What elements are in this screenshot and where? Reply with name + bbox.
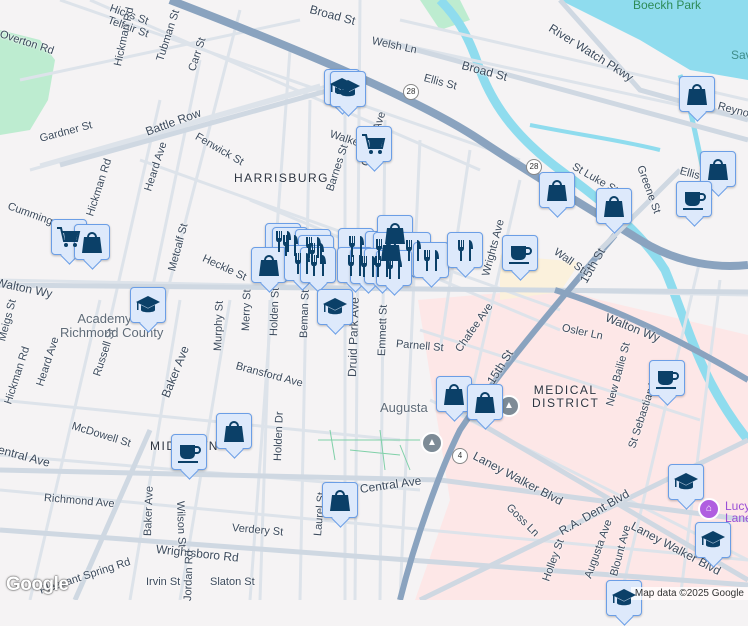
shopping-marker[interactable] — [539, 172, 575, 208]
graduation-cap-icon — [701, 531, 725, 548]
cafe-marker[interactable] — [171, 434, 207, 470]
coffee-cup-icon — [178, 445, 201, 463]
shopping-cart-icon — [362, 134, 386, 154]
school-marker[interactable] — [606, 580, 642, 616]
street-label: Wilson St — [174, 500, 188, 548]
shopping-bag-icon — [687, 84, 707, 105]
street-label: Slaton St — [210, 576, 255, 588]
neighborhood-label: HARRISBURG — [234, 171, 330, 185]
street-label: Murphy St — [212, 300, 226, 352]
shopping-marker[interactable] — [74, 224, 110, 260]
park-label[interactable]: Boeckh Park — [633, 0, 701, 12]
graduation-cap-icon — [612, 589, 636, 606]
canal — [529, 123, 661, 152]
school-marker[interactable] — [668, 464, 704, 500]
shopping-marker[interactable] — [436, 376, 472, 412]
shopping-bag-icon — [547, 180, 567, 201]
cafe-marker[interactable] — [676, 181, 712, 217]
shopping-bag-icon — [259, 255, 279, 276]
neighborhood-label: MEDICAL DISTRICT — [532, 383, 600, 410]
school-marker[interactable] — [695, 522, 731, 558]
fork-knife-icon — [387, 258, 402, 279]
school-marker[interactable] — [130, 287, 166, 323]
route-shield: 4 — [452, 448, 468, 464]
shopping-marker[interactable] — [596, 188, 632, 224]
restaurant-marker[interactable] — [300, 247, 336, 283]
street-label: Irvin St — [146, 576, 181, 588]
route-shield: 28 — [403, 84, 419, 100]
school-icon[interactable]: ▲ — [421, 432, 443, 454]
fork-knife-icon — [458, 240, 473, 261]
grocery-marker[interactable] — [356, 126, 392, 162]
shopping-marker[interactable] — [467, 384, 503, 420]
map-attribution[interactable]: Map data ©2025 Google — [630, 587, 748, 600]
shopping-marker[interactable] — [216, 413, 252, 449]
shopping-bag-icon — [82, 232, 102, 253]
shopping-marker[interactable] — [322, 482, 358, 518]
cafe-marker[interactable] — [649, 360, 685, 396]
cafe-marker[interactable] — [502, 235, 538, 271]
school-marker[interactable] — [317, 289, 353, 325]
street-label: Holden Dr — [272, 411, 286, 462]
coffee-cup-icon — [509, 246, 532, 264]
shopping-bag-icon — [444, 384, 464, 405]
museum-icon[interactable]: ⌂ — [698, 498, 720, 520]
street-label: Emmett St — [376, 304, 390, 357]
graduation-cap-icon — [323, 298, 347, 315]
coffee-cup-icon — [683, 192, 706, 210]
graduation-cap-icon — [336, 80, 360, 97]
restaurant-marker[interactable] — [413, 242, 449, 278]
shopping-bag-icon — [708, 159, 728, 180]
shopping-bag-icon — [330, 490, 350, 511]
shopping-marker[interactable] — [679, 76, 715, 112]
street-label: Baker Ave — [142, 485, 156, 537]
restaurant-marker[interactable] — [376, 250, 412, 286]
google-logo: Google — [6, 574, 69, 595]
restaurant-marker[interactable] — [447, 232, 483, 268]
shopping-bag-icon — [475, 392, 495, 413]
coffee-cup-icon — [656, 371, 679, 389]
street-label: Beman St — [298, 289, 312, 339]
school-marker[interactable] — [330, 71, 366, 107]
graduation-cap-icon — [136, 296, 160, 313]
poi-label-lucy-laney[interactable]: Lucy Lane — [725, 500, 748, 524]
street-label: Merry St — [240, 289, 254, 332]
shopping-marker[interactable] — [700, 151, 736, 187]
fork-knife-icon — [311, 255, 326, 276]
shopping-bag-icon — [604, 196, 624, 217]
fork-knife-icon — [424, 250, 439, 271]
street-label: Holden St — [268, 287, 282, 337]
shopping-bag-icon — [224, 421, 244, 442]
river-label: Sav — [731, 48, 748, 62]
poi-label-augusta[interactable]: Augusta — [380, 401, 428, 415]
shopping-marker[interactable] — [251, 247, 287, 283]
street-label: Jordan Rd — [182, 550, 196, 602]
graduation-cap-icon — [674, 473, 698, 490]
